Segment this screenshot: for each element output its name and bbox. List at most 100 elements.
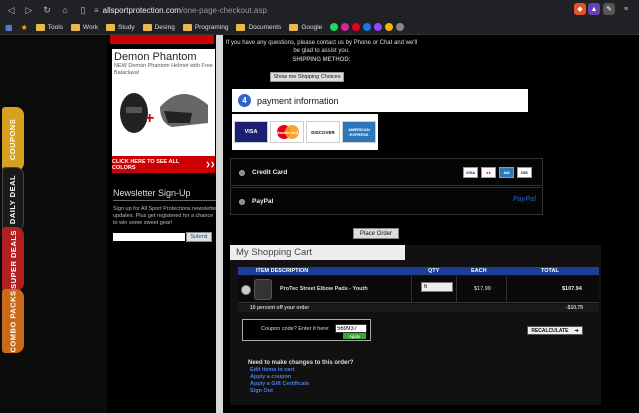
promo-subtitle: NEW Demon Phantom Helmet with Free Balac… [114,63,213,76]
reload-icon[interactable]: ↻ [40,3,54,17]
folder-icon [289,23,299,31]
paypal-radio[interactable] [239,199,245,205]
bookmark-work[interactable]: Work [70,23,98,31]
facebook-icon[interactable] [363,23,372,31]
pinterest-icon[interactable] [352,23,361,31]
brave-shield-icon[interactable]: ◆ [574,3,586,15]
newsletter-submit-button[interactable]: Submit [186,232,212,242]
divider [113,200,216,201]
address-bar[interactable]: ≡ allsportprotection.com/one-page-checko… [94,3,554,17]
twitch-icon[interactable] [374,23,383,31]
bookmark-study[interactable]: Study [105,23,135,31]
paypal-label: PayPal [252,198,274,205]
sidebar: Demon Phantom NEW Demon Phantom Helmet w… [110,35,217,413]
url-host: allsportprotection.com [102,5,181,15]
lock-icon: ≡ [94,5,99,15]
browser-toolbar: ◁ ▷ ↻ ⌂ ▯ ≡ allsportprotection.com/one-p… [0,0,639,20]
apply-gift-certificate-link[interactable]: Apply a Gift Certificate [250,381,309,387]
coupon-box: Coupon code? Enter it here: Apply [242,319,371,341]
header-item: ITEM DESCRIPTION [256,268,309,274]
promo-banner[interactable]: Demon Phantom NEW Demon Phantom Helmet w… [112,49,215,173]
quantity-input[interactable] [421,282,453,292]
whatsapp-icon[interactable] [330,23,339,31]
divider [411,276,412,303]
change-order-title: Need to make changes to this order? [248,360,354,366]
discount-value: -$10.79 [566,305,583,311]
visa-mini-icon: VISA [463,167,478,178]
remove-item-icon[interactable] [241,285,251,295]
bookmark-programing[interactable]: Programing [182,23,228,31]
bookmark-tools[interactable]: Tools [35,23,63,31]
star-icon[interactable]: ★ [21,23,28,32]
header-qty: QTY [428,268,440,274]
bookmark-documents[interactable]: Documents [236,23,281,31]
cart-title: My Shopping Cart [230,245,405,260]
payment-info-header: 4 payment information [232,89,528,112]
divider [456,276,457,303]
arrow-right-icon: ➔ [574,327,579,334]
paypal-logo: PayPal [513,196,536,203]
mastercard-mini-icon: ●● [481,167,496,178]
menu-icon[interactable]: ≡ [620,3,632,15]
payment-option-credit-card[interactable]: Credit Card VISA ●● AM DIS [230,158,543,186]
newsletter-title: Newsletter Sign-Up [113,188,191,198]
apps-icon[interactable]: ▦ [5,23,13,32]
shipping-method-label: SHIPPING METHOD: [292,57,351,63]
discover-mini-icon: DIS [517,167,532,178]
extension-bookmark-icon[interactable] [396,23,405,31]
checkout-main: If you have any questions, please contac… [224,35,639,413]
credit-card-radio[interactable] [239,170,245,176]
folder-icon [142,23,152,31]
step-number: 4 [238,94,251,107]
header-each: EACH [471,268,487,274]
side-tab-daily-deal[interactable]: DAILY DEAL [2,167,24,231]
folder-icon [182,23,192,31]
coupon-label: Coupon code? Enter it here: [261,326,330,332]
newsletter-email-input[interactable] [113,233,185,241]
promo-title: Demon Phantom [114,51,197,63]
side-tab-super-deals[interactable]: SUPER DEALS [2,227,24,291]
edit-cart-link[interactable]: Edit items in cart [250,367,294,373]
folder-icon [70,23,80,31]
show-shipping-button[interactable]: Show me Shipping Choices [270,72,344,82]
amex-mini-icon: AM [499,167,514,178]
instagram-icon[interactable] [341,23,350,31]
bookmark-desing[interactable]: Desing [142,23,175,31]
discount-label: 10 percent off your order [250,305,310,311]
bookmark-google[interactable]: Google [289,23,322,31]
apply-coupon-button[interactable]: Apply [343,333,366,339]
bookmark-icon[interactable] [385,23,394,31]
cart-header-row: ITEM DESCRIPTION QTY EACH TOTAL [238,267,599,275]
home-icon[interactable]: ⌂ [58,3,72,17]
sign-out-link[interactable]: Sign Out [250,388,273,394]
sidebar-banner-top[interactable] [110,35,214,44]
folder-icon [236,23,246,31]
forward-icon[interactable]: ▷ [22,3,36,17]
rewards-icon[interactable]: ▲ [588,3,600,15]
payment-option-paypal[interactable]: PayPal PayPal [230,187,543,215]
help-text: If you have any questions, please contac… [225,40,418,54]
extension-icon[interactable]: ✎ [603,3,615,15]
side-tab-combo-packs[interactable]: COMBO PACKS [2,289,24,353]
discover-logo: DISCOVER [306,121,340,143]
webpage: COUPONS DAILY DEAL SUPER DEALS COMBO PAC… [0,35,639,413]
coupon-input[interactable] [335,324,367,333]
bookmark-page-icon[interactable]: ▯ [76,3,90,17]
chevron-right-icon: ❯❯ [205,161,215,168]
promo-see-colors-button[interactable]: CLICK HERE TO SEE ALL COLORS ❯❯ [112,156,215,173]
svg-text:+: + [145,110,154,127]
side-tab-coupons[interactable]: COUPONS [2,107,24,171]
scrollbar[interactable] [216,35,223,413]
recalculate-button[interactable]: RECALCULATE ➔ [527,326,583,335]
place-order-button[interactable]: Place Order [353,228,399,239]
folder-icon [105,23,115,31]
product-name[interactable]: ProTec Street Elbow Pads - Youth [280,286,368,292]
back-icon[interactable]: ◁ [4,3,18,17]
product-thumbnail[interactable] [254,279,272,300]
shopping-cart: My Shopping Cart ITEM DESCRIPTION QTY EA… [230,245,601,405]
payment-title: payment information [257,95,339,106]
apply-coupon-link[interactable]: Apply a coupon [250,374,291,380]
visa-logo: VISA [234,121,268,143]
credit-card-label: Credit Card [252,169,288,176]
discount-row: 10 percent off your order -$10.79 [238,304,599,312]
